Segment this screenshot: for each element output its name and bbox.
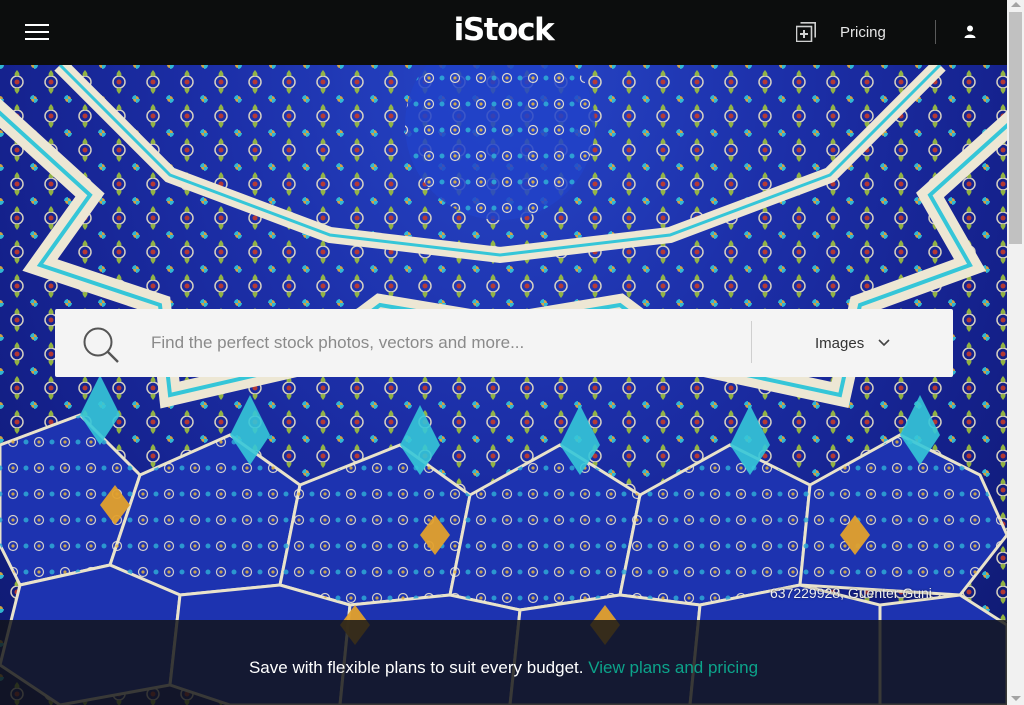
pricing-link[interactable]: Pricing: [840, 24, 886, 41]
header-divider: [935, 20, 936, 44]
top-navigation-bar: iStock Pricing: [0, 0, 1007, 65]
mosaic-tile-pattern: [0, 65, 1007, 705]
chevron-down-icon[interactable]: [878, 339, 890, 347]
promo-banner: Save with flexible plans to suit every b…: [0, 620, 1007, 705]
media-type-dropdown[interactable]: Images: [815, 335, 864, 352]
hero-image: 637229928, Guenter Guni: [0, 65, 1007, 705]
add-to-board-icon[interactable]: [796, 22, 816, 42]
view-plans-link[interactable]: View plans and pricing: [588, 658, 758, 677]
image-credit: 637229928, Guenter Guni: [770, 585, 932, 601]
search-icon[interactable]: [82, 326, 120, 364]
account-icon[interactable]: [963, 24, 977, 40]
promo-message: Save with flexible plans to suit every b…: [0, 658, 1007, 678]
search-divider: [751, 321, 752, 363]
scroll-down-arrow-icon[interactable]: [1011, 696, 1021, 701]
promo-text: Save with flexible plans to suit every b…: [248, 658, 584, 677]
search-bar: Images: [55, 309, 953, 377]
scroll-up-arrow-icon[interactable]: [1011, 2, 1021, 7]
search-input[interactable]: [151, 323, 741, 363]
scrollbar-thumb[interactable]: [1009, 12, 1022, 244]
